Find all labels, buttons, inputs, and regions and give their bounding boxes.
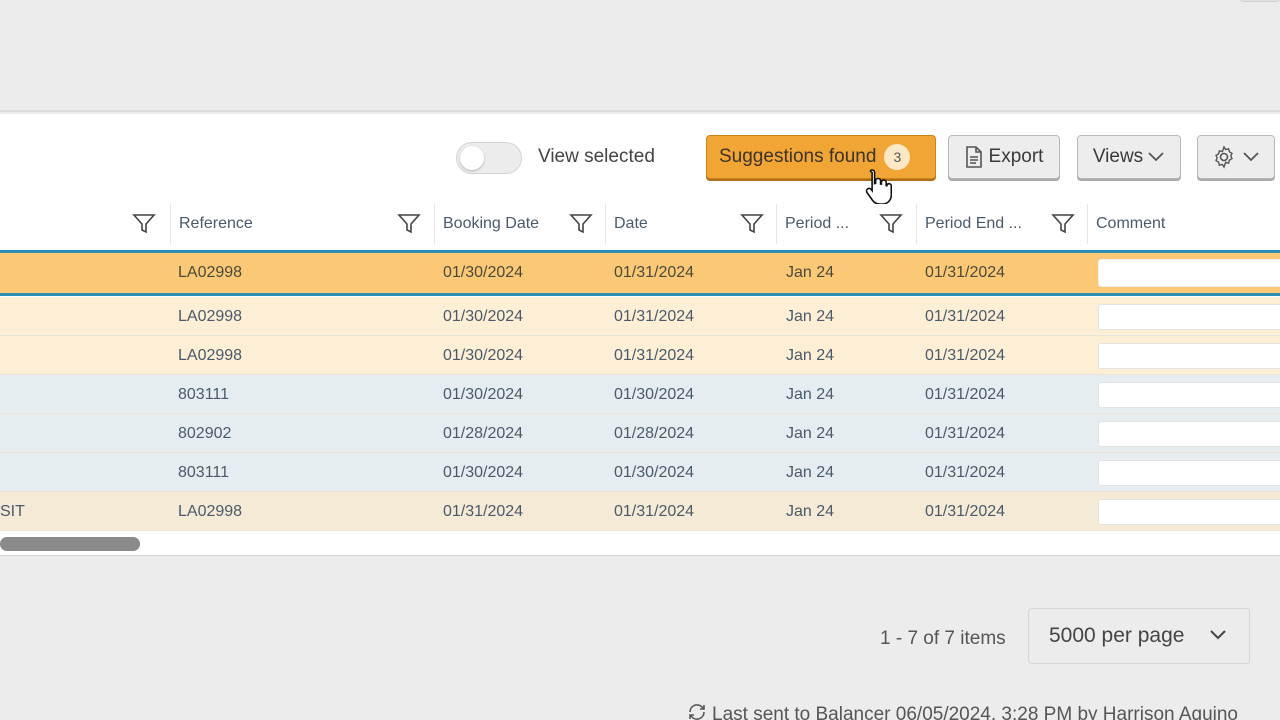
- column-header-label: Booking Date: [443, 215, 540, 232]
- cell-booking-date: 01/30/2024: [443, 463, 524, 481]
- column-header-date[interactable]: Date: [605, 204, 775, 244]
- table-row[interactable]: 803111 01/30/2024 01/30/2024 Jan 24 01/3…: [0, 375, 1280, 414]
- suggestions-count-badge: 3: [884, 144, 911, 170]
- per-page-select[interactable]: 5000 per page: [1028, 608, 1250, 664]
- table-row[interactable]: 803111 01/30/2024 01/30/2024 Jan 24 01/3…: [0, 453, 1280, 492]
- column-header-label: Comment: [1096, 215, 1166, 232]
- filter-icon[interactable]: [879, 213, 903, 240]
- filter-icon[interactable]: [569, 213, 593, 240]
- cell-reference: LA02998: [178, 502, 243, 520]
- comment-input[interactable]: [1098, 382, 1280, 408]
- gear-icon: [1212, 145, 1236, 169]
- cell-date: 01/31/2024: [614, 264, 695, 281]
- cell-period-end: 01/31/2024: [925, 385, 1006, 403]
- view-selected-toggle[interactable]: [456, 142, 522, 174]
- filter-icon[interactable]: [132, 213, 156, 240]
- column-header-booking-date[interactable]: Booking Date: [434, 204, 604, 244]
- cell-date: 01/31/2024: [614, 502, 695, 520]
- cell-booking-date: 01/30/2024: [443, 385, 524, 403]
- column-header-label: Period ...: [785, 215, 850, 232]
- table-row[interactable]: LA02998 01/30/2024 01/31/2024 Jan 24 01/…: [0, 297, 1280, 336]
- cell-date: 01/31/2024: [614, 346, 695, 364]
- cell-reference: LA02998: [178, 307, 243, 325]
- grid-body: LA02998 01/30/2024 01/31/2024 Jan 24 01/…: [0, 250, 1280, 533]
- cell-reference: LA02998: [178, 264, 243, 281]
- cell-period: Jan 24: [786, 307, 835, 325]
- column-header-label: Reference: [179, 215, 253, 232]
- grid-header: Reference Booking Date Date Period ... P…: [0, 204, 1280, 244]
- cell-period: Jan 24: [786, 502, 835, 520]
- cell-period: Jan 24: [786, 385, 835, 403]
- comment-input[interactable]: [1098, 304, 1280, 330]
- cell-reference: 803111: [178, 463, 230, 481]
- column-header-period[interactable]: Period ...: [776, 204, 916, 244]
- export-button[interactable]: Export: [948, 135, 1060, 179]
- views-label: Views: [1092, 146, 1144, 167]
- cell-reference: 803111: [178, 385, 230, 403]
- cell-period-end: 01/31/2024: [925, 424, 1006, 442]
- view-selected-label: View selected: [538, 146, 655, 167]
- comment-input[interactable]: [1098, 421, 1280, 447]
- export-label: Export: [988, 146, 1044, 167]
- cell-date: 01/30/2024: [614, 463, 695, 481]
- last-sent-text: Last sent to Balancer 06/05/2024, 3:28 P…: [712, 704, 1238, 720]
- cell-period: Jan 24: [786, 346, 835, 364]
- horizontal-scrollbar[interactable]: [0, 537, 140, 551]
- pager-range-text: 1 - 7 of 7 items: [880, 628, 1006, 649]
- cell-booking-date: 01/30/2024: [443, 346, 524, 364]
- cell-period-end: 01/31/2024: [925, 307, 1006, 325]
- comment-input[interactable]: [1098, 460, 1280, 486]
- document-icon: [965, 146, 983, 168]
- cell-period-end: 01/31/2024: [925, 502, 1006, 520]
- refresh-icon: [686, 702, 712, 720]
- cell-date: 01/28/2024: [614, 424, 695, 442]
- cell-period: Jan 24: [786, 264, 835, 281]
- cell-reference: LA02998: [178, 346, 243, 364]
- toggle-knob: [460, 146, 484, 170]
- column-header[interactable]: [0, 204, 168, 244]
- column-header-label: Date: [614, 215, 648, 232]
- cell-reference: 802902: [178, 424, 232, 442]
- last-sent-status: Last sent to Balancer 06/05/2024, 3:28 P…: [686, 702, 1238, 720]
- table-row[interactable]: 802902 01/28/2024 01/28/2024 Jan 24 01/3…: [0, 414, 1280, 453]
- table-row[interactable]: LA02998 01/30/2024 01/31/2024 Jan 24 01/…: [0, 336, 1280, 375]
- column-header-label: Period End ...: [925, 215, 1022, 232]
- cell-period: Jan 24: [786, 463, 835, 481]
- chevron-down-icon: [1147, 151, 1165, 163]
- top-bar: [0, 0, 1280, 112]
- filter-icon[interactable]: [740, 213, 764, 240]
- column-header-period-end[interactable]: Period End ...: [916, 204, 1086, 244]
- cell-period-end: 01/31/2024: [925, 346, 1006, 364]
- comment-input[interactable]: [1098, 343, 1280, 369]
- filter-icon[interactable]: [397, 213, 421, 240]
- cell-period-end: 01/31/2024: [925, 264, 1006, 281]
- chevron-down-icon: [1242, 151, 1260, 163]
- cell-booking-date: 01/30/2024: [443, 307, 524, 325]
- table-row[interactable]: SIT LA02998 01/31/2024 01/31/2024 Jan 24…: [0, 492, 1280, 531]
- cell-booking-date: 01/30/2024: [443, 264, 524, 281]
- comment-input[interactable]: [1098, 259, 1280, 287]
- cell-period: Jan 24: [786, 424, 835, 442]
- column-header-reference[interactable]: Reference: [170, 204, 432, 244]
- filter-icon[interactable]: [1051, 213, 1075, 240]
- cell-period-end: 01/31/2024: [925, 463, 1006, 481]
- corner-button[interactable]: [1240, 0, 1280, 2]
- comment-input[interactable]: [1098, 499, 1280, 525]
- cell-booking-date: 01/31/2024: [443, 502, 524, 520]
- views-dropdown-button[interactable]: Views: [1077, 135, 1181, 179]
- suggestions-found-button[interactable]: Suggestions found 3: [706, 135, 936, 179]
- settings-dropdown-button[interactable]: [1197, 135, 1275, 179]
- cell-first: SIT: [0, 502, 25, 520]
- cell-date: 01/30/2024: [614, 385, 695, 403]
- table-row[interactable]: LA02998 01/30/2024 01/31/2024 Jan 24 01/…: [0, 250, 1280, 296]
- cell-date: 01/31/2024: [614, 307, 695, 325]
- per-page-value: 5000 per page: [1049, 624, 1185, 647]
- cell-booking-date: 01/28/2024: [443, 424, 524, 442]
- suggestions-label: Suggestions found: [719, 146, 877, 167]
- column-header-comment[interactable]: Comment: [1087, 204, 1280, 244]
